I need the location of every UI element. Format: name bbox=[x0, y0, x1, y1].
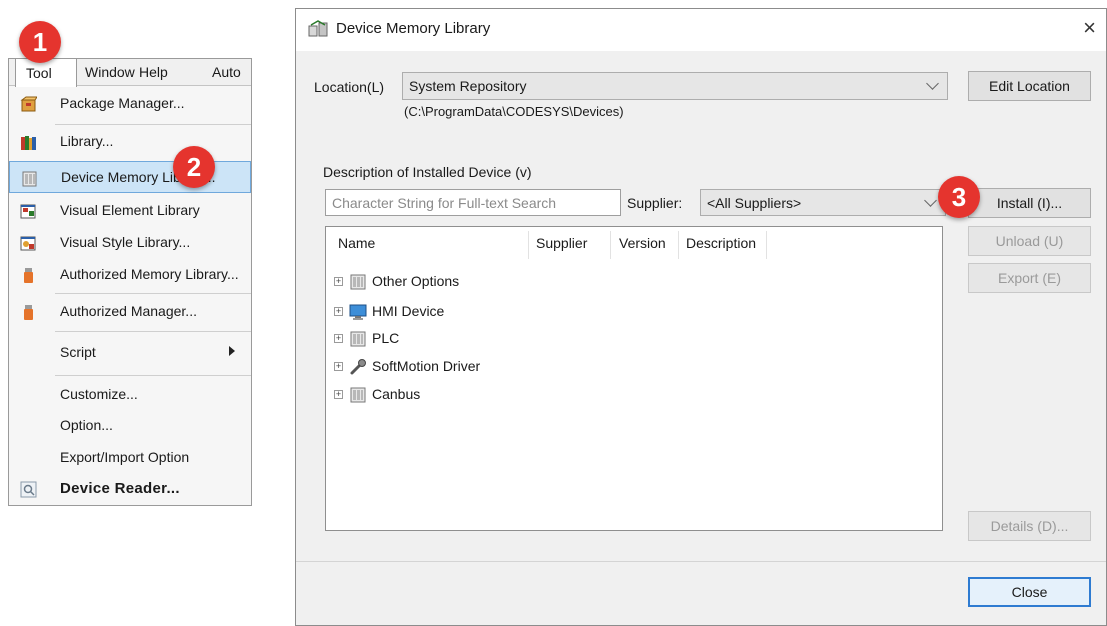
package-icon bbox=[20, 96, 37, 112]
expand-icon[interactable]: + bbox=[334, 307, 343, 316]
chevron-down-icon bbox=[926, 77, 939, 90]
submenu-arrow-icon bbox=[229, 346, 235, 356]
column-version[interactable]: Version bbox=[619, 235, 666, 251]
export-button[interactable]: Export (E) bbox=[968, 263, 1091, 293]
title-bar: Device Memory Library × bbox=[296, 9, 1106, 51]
menu-item-authorized-manager[interactable]: Authorized Manager... bbox=[9, 296, 251, 328]
location-label: Location(L) bbox=[314, 79, 385, 95]
menu-item-script[interactable]: Script bbox=[9, 337, 251, 369]
dialog-title: Device Memory Library bbox=[336, 20, 491, 37]
visual-style-icon bbox=[20, 236, 36, 251]
menu-separator bbox=[55, 124, 251, 125]
usb-key-icon bbox=[24, 305, 33, 320]
footer-divider bbox=[296, 561, 1106, 562]
menu-item-library[interactable]: Library... bbox=[9, 126, 251, 158]
install-button[interactable]: Install (I)... bbox=[968, 188, 1091, 218]
unload-button[interactable]: Unload (U) bbox=[968, 226, 1091, 256]
tree-row-plc[interactable]: + PLC bbox=[334, 328, 634, 350]
menu-auto[interactable]: Auto bbox=[212, 64, 241, 80]
menu-separator bbox=[55, 375, 251, 376]
menu-item-visual-element-library[interactable]: Visual Element Library bbox=[9, 195, 251, 227]
device-icon bbox=[350, 274, 366, 290]
supplier-label: Supplier: bbox=[627, 195, 683, 211]
menu-item-authorized-memory-library[interactable]: Authorized Memory Library... bbox=[9, 259, 251, 291]
device-reader-icon bbox=[20, 481, 37, 498]
step-badge-3: 3 bbox=[938, 176, 980, 218]
location-path: (C:\ProgramData\CODESYS\Devices) bbox=[404, 104, 624, 119]
column-divider bbox=[528, 231, 529, 259]
menu-window[interactable]: Window bbox=[85, 64, 135, 80]
menu-item-export-import-option[interactable]: Export/Import Option bbox=[9, 442, 251, 474]
monitor-icon bbox=[349, 304, 367, 320]
edit-location-button[interactable]: Edit Location bbox=[968, 71, 1091, 101]
expand-icon[interactable]: + bbox=[334, 334, 343, 343]
chevron-down-icon bbox=[924, 194, 937, 207]
device-icon bbox=[350, 331, 366, 347]
device-icon bbox=[22, 171, 37, 187]
expand-icon[interactable]: + bbox=[334, 390, 343, 399]
device-icon bbox=[350, 387, 366, 403]
menu-item-visual-style-library[interactable]: Visual Style Library... bbox=[9, 227, 251, 259]
menu-item-package-manager[interactable]: Package Manager... bbox=[9, 88, 251, 120]
wrench-icon bbox=[350, 359, 366, 375]
full-text-search-input[interactable]: Character String for Full-text Search bbox=[325, 189, 621, 216]
tool-menu: Tool Window Help Auto Package Manager...… bbox=[8, 58, 252, 506]
installed-device-tree[interactable]: Name Supplier Version Description + Othe… bbox=[325, 226, 943, 531]
usb-key-icon bbox=[24, 268, 33, 283]
column-name[interactable]: Name bbox=[338, 235, 375, 251]
close-button[interactable]: Close bbox=[968, 577, 1091, 607]
menu-item-device-reader[interactable]: Device Reader... bbox=[9, 473, 251, 505]
supplier-select[interactable]: <All Suppliers> bbox=[700, 189, 946, 216]
library-books-icon bbox=[21, 136, 36, 150]
location-select[interactable]: System Repository bbox=[402, 72, 948, 100]
tree-row-other-options[interactable]: + Other Options bbox=[334, 271, 634, 293]
column-description[interactable]: Description bbox=[686, 235, 756, 251]
expand-icon[interactable]: + bbox=[334, 277, 343, 286]
menu-item-option[interactable]: Option... bbox=[9, 410, 251, 442]
column-divider bbox=[678, 231, 679, 259]
visual-element-icon bbox=[20, 204, 36, 219]
step-badge-1: 1 bbox=[19, 21, 61, 63]
tree-row-softmotion-driver[interactable]: + SoftMotion Driver bbox=[334, 356, 634, 378]
description-label: Description of Installed Device (v) bbox=[323, 164, 532, 180]
column-divider bbox=[610, 231, 611, 259]
expand-icon[interactable]: + bbox=[334, 362, 343, 371]
menu-separator bbox=[55, 293, 251, 294]
column-supplier[interactable]: Supplier bbox=[536, 235, 587, 251]
step-badge-2: 2 bbox=[173, 146, 215, 188]
menu-bar: Tool Window Help Auto bbox=[9, 58, 251, 87]
menu-item-customize[interactable]: Customize... bbox=[9, 379, 251, 411]
device-memory-library-dialog: Device Memory Library × Location(L) Syst… bbox=[295, 8, 1107, 626]
details-button[interactable]: Details (D)... bbox=[968, 511, 1091, 541]
tree-row-canbus[interactable]: + Canbus bbox=[334, 384, 634, 406]
menu-tool[interactable]: Tool bbox=[15, 58, 77, 87]
device-library-icon bbox=[308, 20, 328, 37]
close-icon[interactable]: × bbox=[1083, 17, 1096, 39]
menu-separator bbox=[55, 331, 251, 332]
menu-help[interactable]: Help bbox=[139, 64, 168, 80]
column-divider bbox=[766, 231, 767, 259]
tree-row-hmi-device[interactable]: + HMI Device bbox=[334, 301, 634, 323]
